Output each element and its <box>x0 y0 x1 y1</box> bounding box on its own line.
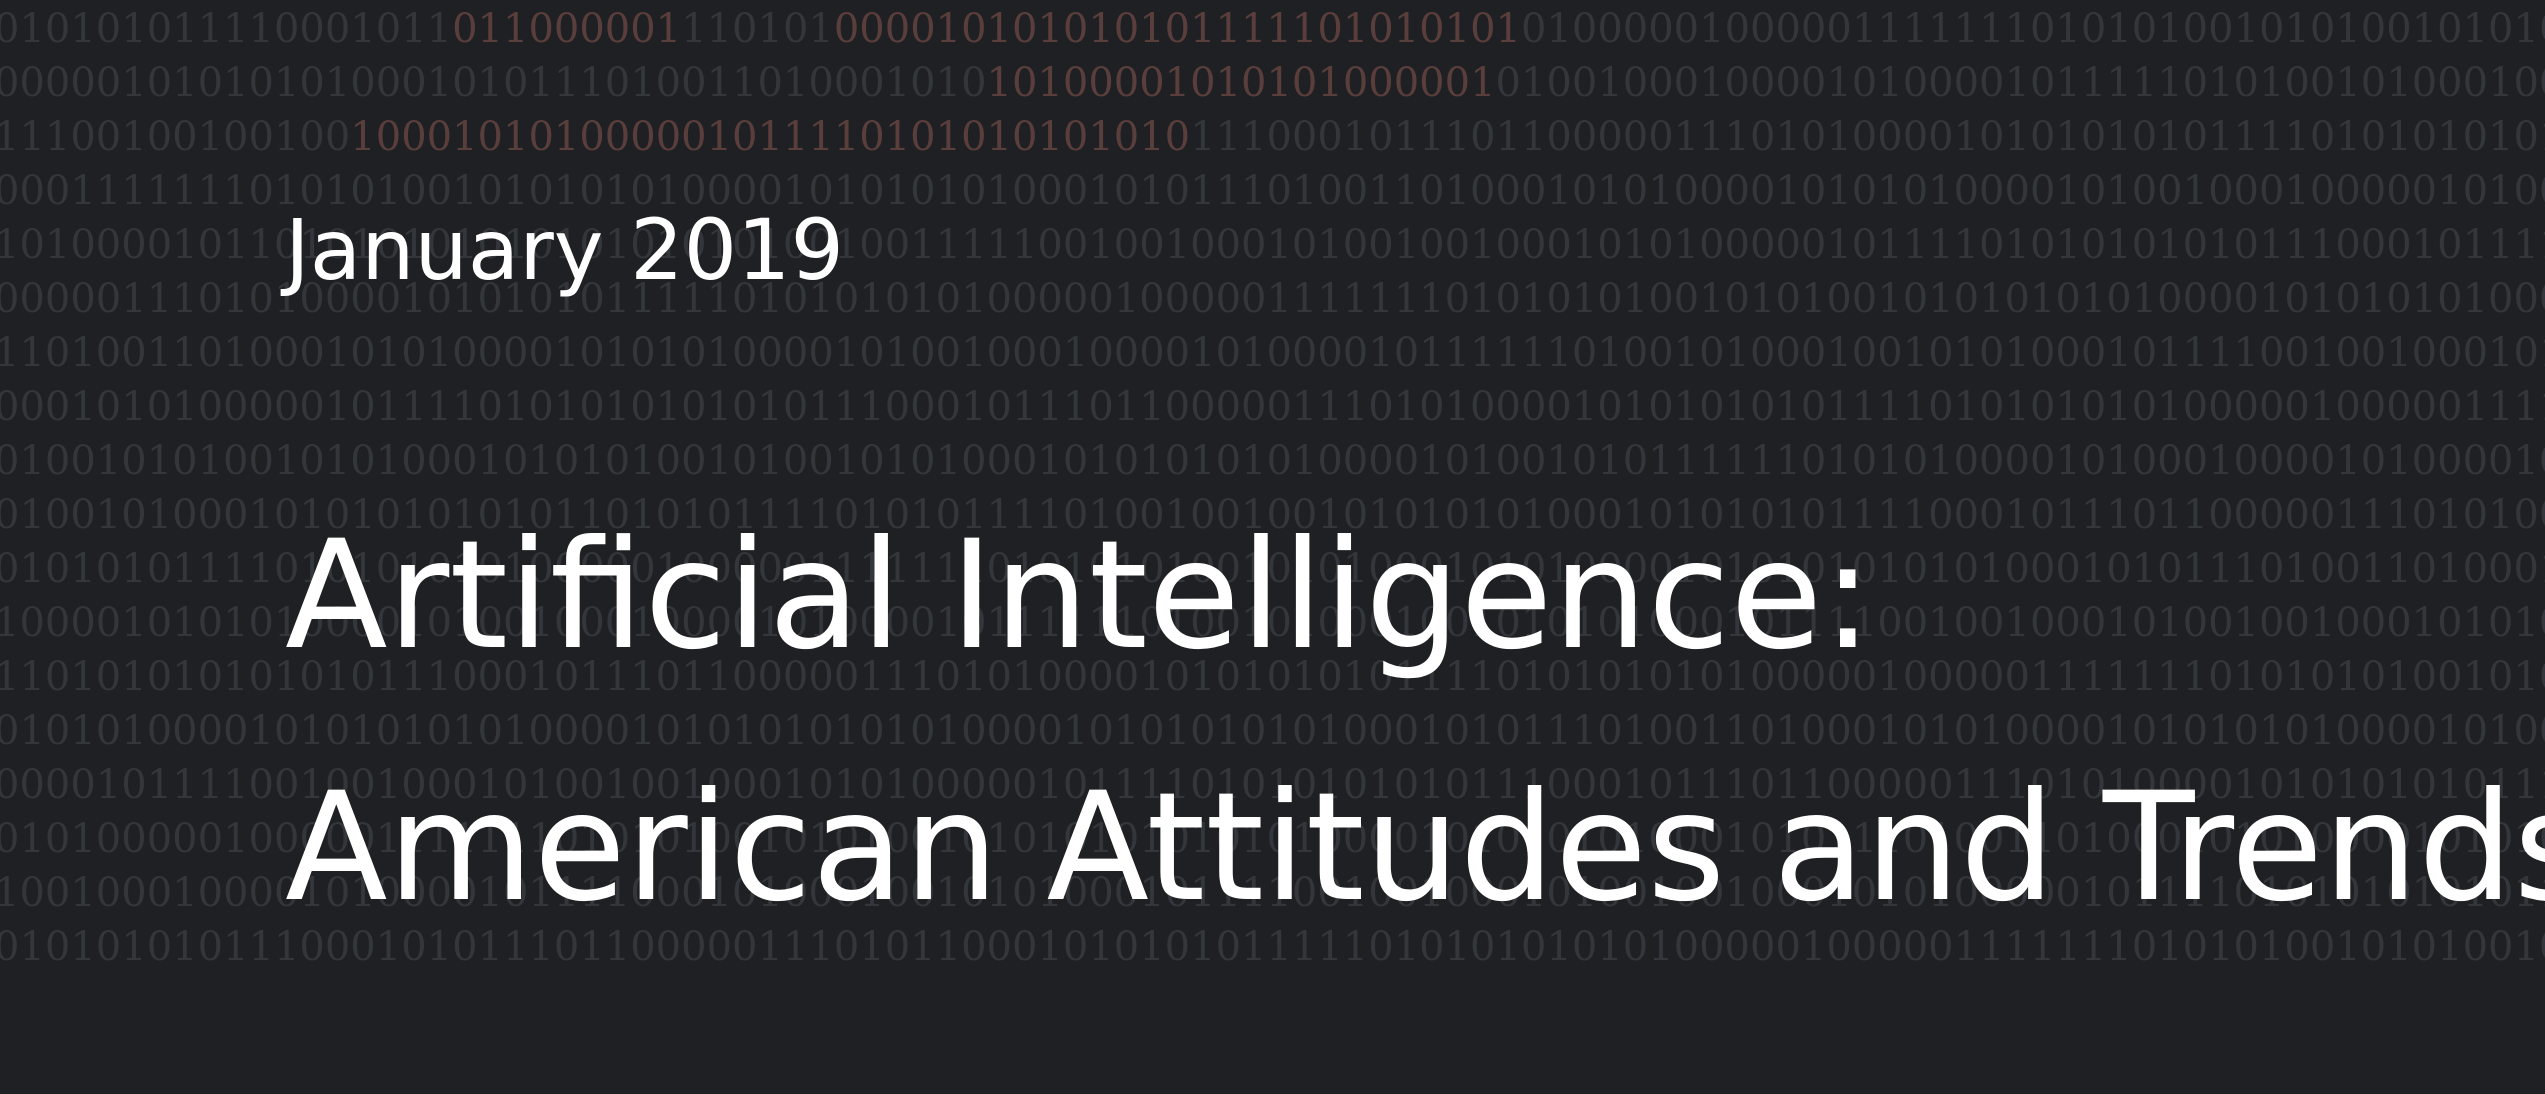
title-slide: January 2019 Artificial Intelligence: Am… <box>0 0 2545 1094</box>
title-line-1: Artificial Intelligence: <box>285 509 1873 683</box>
publication-date: January 2019 <box>285 201 844 299</box>
report-title: Artificial Intelligence: American Attitu… <box>285 470 2545 974</box>
bottom-shade <box>0 1034 2545 1094</box>
title-line-2: American Attitudes and Trends <box>285 761 2545 935</box>
